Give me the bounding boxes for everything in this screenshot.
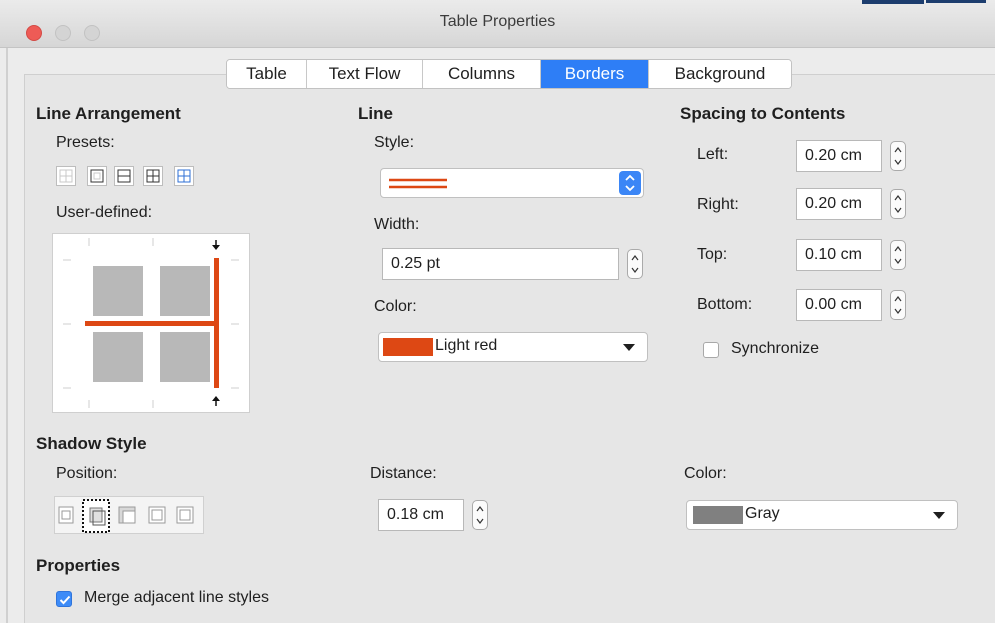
dialog-window: Table Properties Table Text Flow Columns…: [0, 0, 995, 623]
preset-outer-inner-icon[interactable]: [174, 166, 194, 186]
preset-outer-horizontal-icon[interactable]: [114, 166, 134, 186]
shadow-style-heading: Shadow Style: [36, 434, 147, 453]
background-window-edge: [862, 0, 924, 4]
line-width-stepper[interactable]: [627, 249, 643, 279]
tab-background[interactable]: Background: [649, 60, 791, 88]
line-style-dropdown[interactable]: [380, 168, 644, 198]
tab-bar: Table Text Flow Columns Borders Backgrou…: [226, 59, 792, 89]
spacing-bottom-label: Bottom:: [697, 296, 753, 313]
shadow-bottom-right-icon: [82, 499, 110, 533]
shadow-bottom-left-icon: [176, 506, 194, 524]
shadow-distance-input[interactable]: 0.18 cm: [378, 499, 464, 531]
spacing-right-stepper[interactable]: [890, 189, 906, 219]
border-preview-canvas: [63, 238, 239, 408]
shadow-color-value: Gray: [745, 505, 780, 522]
spacing-bottom-stepper[interactable]: [890, 290, 906, 320]
tab-columns[interactable]: Columns: [423, 60, 541, 88]
line-color-label: Color:: [374, 298, 417, 315]
spacing-right-input[interactable]: 0.20 cm: [796, 188, 882, 220]
spacing-left-input[interactable]: 0.20 cm: [796, 140, 882, 172]
spacing-top-input[interactable]: 0.10 cm: [796, 239, 882, 271]
line-width-label: Width:: [374, 216, 420, 233]
spacing-bottom-input[interactable]: 0.00 cm: [796, 289, 882, 321]
shadow-distance-stepper[interactable]: [472, 500, 488, 530]
shadow-position-selector: [54, 496, 204, 534]
title-bar: Table Properties: [0, 0, 995, 48]
shadow-color-dropdown[interactable]: Gray: [686, 500, 958, 530]
line-arrangement-heading: Line Arrangement: [36, 104, 181, 123]
spacing-left-label: Left:: [697, 146, 729, 163]
merge-adjacent-label: Merge adjacent line styles: [84, 589, 269, 606]
line-width-input[interactable]: 0.25 pt: [382, 248, 619, 280]
shadow-top-right-icon: [118, 506, 136, 524]
preset-outer-border-icon[interactable]: [87, 166, 107, 186]
spacing-left-stepper[interactable]: [890, 141, 906, 171]
checkmark-icon: [59, 595, 71, 605]
shadow-none-icon: [58, 506, 74, 524]
tab-borders[interactable]: Borders: [541, 60, 649, 88]
spacing-top-label: Top:: [697, 246, 728, 263]
shadow-color-swatch: [693, 506, 743, 524]
chevron-down-icon: [623, 344, 635, 351]
line-color-swatch: [383, 338, 433, 356]
spacing-heading: Spacing to Contents: [680, 104, 846, 123]
properties-heading: Properties: [36, 556, 121, 575]
shadow-distance-label: Distance:: [370, 465, 437, 482]
presets-label: Presets:: [56, 134, 115, 151]
preset-none-icon[interactable]: [56, 166, 76, 186]
user-defined-border-preview[interactable]: [52, 233, 250, 413]
user-defined-label: User-defined:: [56, 204, 153, 221]
tab-table[interactable]: Table: [227, 60, 307, 88]
window-title: Table Properties: [439, 13, 556, 30]
dropdown-stepper-icon: [619, 171, 641, 195]
shadow-top-left-icon: [148, 506, 166, 524]
synchronize-label: Synchronize: [731, 340, 820, 357]
line-heading: Line: [358, 104, 393, 123]
window-left-edge: [6, 48, 8, 623]
line-style-label: Style:: [374, 134, 415, 151]
line-style-preview: [389, 178, 447, 189]
line-color-dropdown[interactable]: Light red: [378, 332, 648, 362]
synchronize-checkbox[interactable]: [703, 342, 719, 358]
chevron-down-icon: [933, 512, 945, 519]
shadow-position-label: Position:: [56, 465, 118, 482]
spacing-top-stepper[interactable]: [890, 240, 906, 270]
tab-text-flow[interactable]: Text Flow: [307, 60, 423, 88]
merge-adjacent-checkbox[interactable]: [56, 591, 72, 607]
spacing-right-label: Right:: [697, 196, 739, 213]
background-window-edge: [926, 0, 986, 3]
preset-all-borders-icon[interactable]: [143, 166, 163, 186]
shadow-color-label: Color:: [684, 465, 727, 482]
line-color-value: Light red: [435, 337, 498, 354]
